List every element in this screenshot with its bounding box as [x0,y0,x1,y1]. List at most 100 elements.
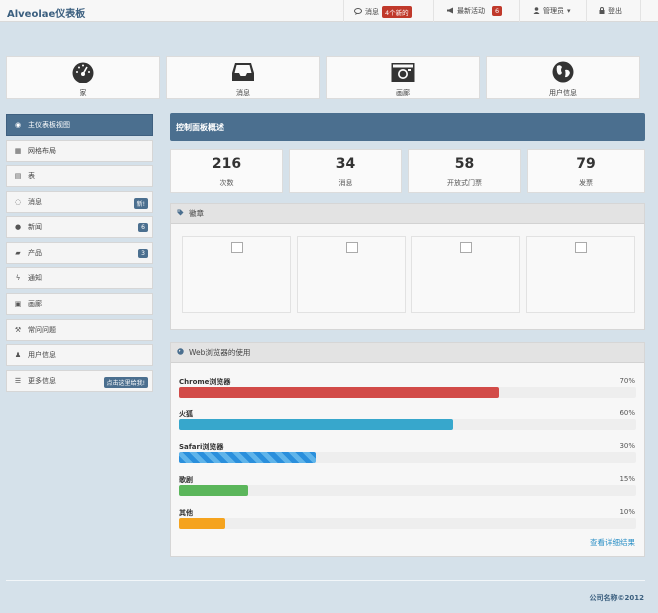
progress-fill [179,419,454,430]
stat-box-visits[interactable]: 216 次数 [170,149,283,193]
badges-panel-title: 徽章 [189,209,204,218]
browser-percent: 60% [619,409,635,417]
panel-header: Web浏览器的使用 [171,343,644,363]
stat-box-invoices[interactable]: 79 发票 [527,149,645,193]
picture-icon: ▣ [14,300,22,308]
badge-item[interactable] [411,236,520,313]
stat-value: 58 [454,156,475,172]
bolt-icon: ϟ [15,274,21,282]
broken-image-icon [345,242,358,253]
lock-icon [599,6,605,16]
sidebar-item-user-info[interactable]: ♟ 用户信息 [6,344,153,366]
browser-percent: 10% [619,508,635,516]
sidebar-item-grid-layout[interactable]: ▦ 网格布局 [6,140,153,162]
nav-activity[interactable]: 最新活动 6 [446,6,503,16]
browser-percent: 30% [619,442,635,450]
globe-icon [177,348,184,357]
sidebar-item-gallery[interactable]: ▣ 画廊 [6,293,153,315]
browser-usage-panel: Web浏览器的使用 Chrome浏览器 70% 火狐 60% Safari浏览器… [170,342,645,557]
nav-divider [640,0,641,22]
tile-home-label: 家 [79,89,87,97]
browser-panel-title: Web浏览器的使用 [189,348,251,357]
broken-image-icon [230,242,243,253]
tile-user-info[interactable]: 用户信息 [486,56,640,99]
nav-messages-label: 消息 [365,8,379,16]
brand-title[interactable]: Alveolae仪表板 [7,5,85,20]
broken-image-icon [574,242,587,253]
truck-icon: ▰ [15,249,21,257]
nav-logout[interactable]: 登出 [599,6,622,16]
sidebar-item-table[interactable]: ▤ 表 [6,165,153,187]
footer-divider [6,580,645,581]
sidebar-item-messages[interactable]: ◌ 消息 新! [6,191,153,213]
dashboard-icon [71,61,95,84]
browser-name: Safari浏览器 [179,443,224,451]
table-icon: ▤ [14,172,22,180]
badge-item[interactable] [526,236,635,313]
nav-divider [519,0,520,22]
progress-fill [179,387,499,398]
list-icon: ☰ [14,377,22,385]
browser-name: 火狐 [179,410,193,418]
sidebar-item-label: 用户信息 [28,351,56,359]
sidebar-item-label: 消息 [28,198,42,206]
sidebar-item-label: 更多信息 [28,377,56,385]
nav-admin-dropdown[interactable]: 管理员 ▾ [533,6,571,16]
camera-icon [391,61,415,83]
page-title: 控制面板概述 [170,113,645,141]
nav-divider [586,0,587,22]
globe-icon: ● [14,223,22,231]
sidebar-item-news[interactable]: ● 新闻 6 [6,216,153,238]
badges-panel: 徽章 [170,203,645,330]
progress-bar [179,419,636,430]
grid-icon: ▦ [14,147,22,155]
inbox-icon [231,61,255,83]
nav-messages[interactable]: 消息 4个新的 [354,6,412,18]
sidebar-item-products[interactable]: ▰ 产品 3 [6,242,153,264]
stat-value: 79 [576,156,596,172]
panel-header: 徽章 [171,204,644,224]
tile-messages[interactable]: 消息 [166,56,320,99]
sidebar-item-more-info[interactable]: ☰ 更多信息 点击这里给我! [6,370,153,392]
sidebar-item-main-dashboard[interactable]: ◉ 主仪表板视图 [6,114,153,136]
broken-image-icon [459,242,472,253]
sidebar-item-label: 画廊 [28,300,42,308]
footer-copyright: 公司名称©2012 [589,594,644,602]
progress-fill [179,485,248,496]
nav-admin-label: 管理员 [543,7,564,15]
sidebar-badge: 新! [133,198,148,209]
tag-icon [177,209,184,218]
sidebar-item-notifications[interactable]: ϟ 通知 [6,267,153,289]
globe-icon [551,61,575,83]
progress-fill [179,452,317,463]
progress-bar [179,452,636,463]
sidebar-item-label: 新闻 [28,223,42,231]
nav-activity-label: 最新活动 [457,7,485,15]
progress-bar [179,518,636,529]
tile-gallery[interactable]: 画廊 [326,56,480,99]
sidebar-item-faq[interactable]: ⚒ 常问问题 [6,319,153,341]
badge-item[interactable] [297,236,406,313]
progress-fill [179,518,225,529]
sidebar-badge: 6 [138,223,148,232]
stat-box-messages[interactable]: 34 消息 [289,149,402,193]
browser-percent: 15% [619,475,635,483]
caret-down-icon: ▾ [567,7,571,15]
messages-badge: 4个新的 [382,6,412,18]
browser-name: Chrome浏览器 [179,378,231,386]
comments-icon: ◌ [14,198,22,206]
nav-divider [343,0,344,22]
tile-home[interactable]: 家 [6,56,160,99]
stat-box-open-tickets[interactable]: 58 开放式门票 [408,149,521,193]
activity-badge: 6 [492,6,503,16]
nav-divider [433,0,434,22]
view-details-link[interactable]: 查看详细结果 [590,537,635,548]
stat-label: 开放式门票 [447,179,482,187]
browser-name: 歌剧 [179,476,193,484]
comments-icon [354,7,362,17]
badge-item[interactable] [182,236,291,313]
user-icon: ♟ [14,351,22,359]
stat-value: 34 [335,156,356,172]
sidebar-item-label: 网格布局 [28,147,56,155]
tile-user-info-label: 用户信息 [549,89,577,97]
